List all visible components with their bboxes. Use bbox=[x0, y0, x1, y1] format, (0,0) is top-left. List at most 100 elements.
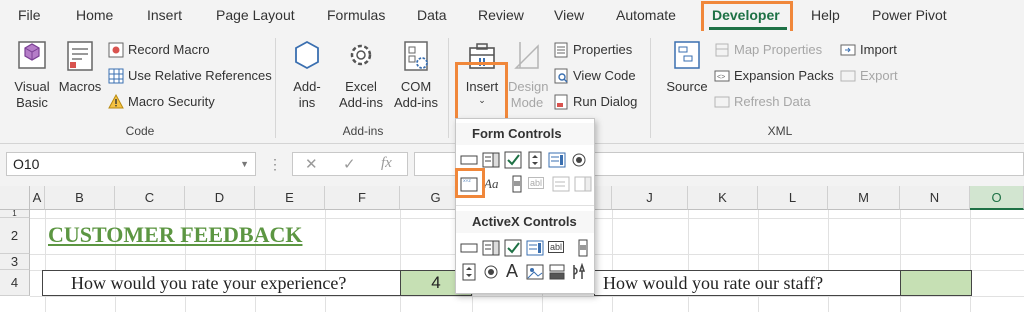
option-button-icon[interactable] bbox=[570, 151, 588, 169]
combo-box-icon[interactable] bbox=[482, 151, 500, 169]
map-properties-label: Map Properties bbox=[734, 42, 823, 57]
scroll-bar-icon[interactable] bbox=[508, 175, 526, 193]
column-header-selected[interactable]: O bbox=[970, 186, 1024, 210]
record-macro-button[interactable]: Record Macro bbox=[108, 42, 210, 58]
column-header[interactable]: M bbox=[828, 186, 900, 210]
excel-addins-button[interactable]: Excel Add-ins bbox=[333, 38, 389, 111]
insert-function-icon[interactable]: fx bbox=[381, 155, 392, 172]
label-control-icon[interactable]: Aa bbox=[484, 176, 498, 192]
group-separator bbox=[650, 38, 651, 138]
combo-list-edit-icon[interactable] bbox=[552, 175, 570, 193]
run-dialog-label: Run Dialog bbox=[573, 94, 638, 109]
answer-cell[interactable] bbox=[900, 270, 972, 296]
developer-tab-underline bbox=[709, 27, 787, 30]
activex-checkbox-icon[interactable] bbox=[504, 239, 522, 257]
import-label: Import bbox=[860, 42, 897, 57]
column-header[interactable]: F bbox=[325, 186, 400, 210]
tab-power-pivot[interactable]: Power Pivot bbox=[872, 7, 947, 23]
tab-formulas[interactable]: Formulas bbox=[327, 7, 385, 23]
command-button-icon[interactable] bbox=[460, 239, 478, 257]
name-box[interactable]: O10 ▼ bbox=[6, 152, 256, 176]
column-header[interactable]: A bbox=[30, 186, 45, 210]
enter-icon[interactable]: ✓ bbox=[343, 155, 356, 173]
tab-view[interactable]: View bbox=[554, 7, 584, 23]
tab-automate[interactable]: Automate bbox=[616, 7, 676, 23]
view-code-button[interactable]: View Code bbox=[553, 68, 636, 84]
com-addins-button[interactable]: COM Add-ins bbox=[388, 38, 444, 111]
design-mode-button[interactable]: Design Mode bbox=[508, 38, 548, 111]
tab-help[interactable]: Help bbox=[811, 7, 840, 23]
tab-file[interactable]: File bbox=[18, 7, 41, 23]
tab-page-layout[interactable]: Page Layout bbox=[216, 7, 295, 23]
macro-security-button[interactable]: Macro Security bbox=[108, 94, 215, 110]
column-header[interactable]: C bbox=[115, 186, 185, 210]
tab-review[interactable]: Review bbox=[478, 7, 524, 23]
run-dialog-button[interactable]: Run Dialog bbox=[553, 94, 637, 110]
activex-spin-button-icon[interactable] bbox=[460, 263, 478, 281]
column-header[interactable]: B bbox=[45, 186, 115, 210]
gear-icon bbox=[350, 44, 372, 66]
column-header[interactable]: L bbox=[758, 186, 828, 210]
row-header[interactable]: 3 bbox=[0, 254, 30, 270]
column-header[interactable]: K bbox=[688, 186, 758, 210]
relative-references-button[interactable]: Use Relative References bbox=[108, 68, 272, 84]
view-code-icon bbox=[554, 68, 568, 84]
properties-button[interactable]: Properties bbox=[553, 42, 632, 58]
activex-option-button-icon[interactable] bbox=[482, 263, 500, 281]
tab-data[interactable]: Data bbox=[417, 7, 447, 23]
activex-list-box-icon[interactable] bbox=[526, 239, 544, 257]
more-controls-icon[interactable] bbox=[570, 263, 588, 281]
macros-button[interactable]: Macros bbox=[58, 38, 102, 95]
activex-image-icon[interactable] bbox=[526, 263, 544, 281]
expansion-packs-icon: <> bbox=[714, 70, 730, 82]
warning-icon bbox=[108, 94, 124, 109]
run-dialog-icon bbox=[554, 94, 568, 110]
addins-button[interactable]: Add-ins bbox=[287, 38, 327, 111]
chevron-down-icon[interactable]: ▼ bbox=[240, 159, 249, 169]
excel-addins-label: Excel Add-ins bbox=[338, 79, 384, 110]
refresh-data-icon bbox=[714, 96, 730, 108]
group-box-highlight bbox=[455, 168, 485, 198]
list-box-icon[interactable] bbox=[548, 151, 566, 169]
row-header[interactable]: 1 bbox=[0, 210, 30, 218]
activex-text-box-icon[interactable]: abl bbox=[548, 241, 565, 253]
map-properties-button[interactable]: Map Properties bbox=[714, 42, 822, 58]
column-header[interactable]: J bbox=[612, 186, 688, 210]
button-control-icon[interactable] bbox=[460, 151, 478, 169]
sheet-title[interactable]: CUSTOMER FEEDBACK bbox=[48, 222, 302, 248]
refresh-data-button[interactable]: Refresh Data bbox=[714, 94, 811, 110]
row-header[interactable]: 4 bbox=[0, 270, 30, 296]
tab-home[interactable]: Home bbox=[76, 7, 113, 23]
combo-dropdown-edit-icon[interactable] bbox=[574, 175, 592, 193]
question-cell[interactable]: How would you rate our staff? bbox=[594, 270, 902, 296]
activex-combo-box-icon[interactable] bbox=[482, 239, 500, 257]
column-header[interactable]: E bbox=[255, 186, 325, 210]
row-header[interactable]: 2 bbox=[0, 218, 30, 254]
group-separator bbox=[275, 38, 276, 138]
code-group-label: Code bbox=[125, 124, 155, 138]
record-macro-label: Record Macro bbox=[128, 42, 210, 57]
export-button[interactable]: Export bbox=[840, 68, 898, 84]
macro-security-label: Macro Security bbox=[128, 94, 215, 109]
cancel-icon[interactable]: ✕ bbox=[305, 155, 318, 173]
activex-toggle-button-icon[interactable] bbox=[548, 263, 566, 281]
column-header[interactable]: D bbox=[185, 186, 255, 210]
tab-insert[interactable]: Insert bbox=[147, 7, 182, 23]
text-field-icon[interactable]: abl bbox=[528, 177, 545, 189]
spin-button-icon[interactable] bbox=[526, 151, 544, 169]
import-button[interactable]: Import bbox=[840, 42, 897, 58]
xml-source-icon bbox=[674, 41, 700, 69]
source-button[interactable]: Source bbox=[664, 38, 710, 95]
visual-basic-icon bbox=[18, 41, 46, 69]
column-header[interactable]: N bbox=[900, 186, 970, 210]
visual-basic-button[interactable]: Visual Basic bbox=[6, 38, 58, 111]
checkbox-control-icon[interactable] bbox=[504, 151, 522, 169]
name-box-value: O10 bbox=[13, 156, 40, 172]
select-all-corner[interactable] bbox=[0, 186, 30, 210]
activex-scroll-bar-icon[interactable] bbox=[574, 239, 592, 257]
question-cell[interactable]: How would you rate your experience? bbox=[42, 270, 402, 296]
activex-label-icon[interactable]: A bbox=[506, 261, 518, 282]
properties-label: Properties bbox=[573, 42, 633, 57]
more-icon[interactable]: ⋮ bbox=[268, 156, 282, 173]
expansion-packs-button[interactable]: <> Expansion Packs bbox=[714, 68, 834, 84]
